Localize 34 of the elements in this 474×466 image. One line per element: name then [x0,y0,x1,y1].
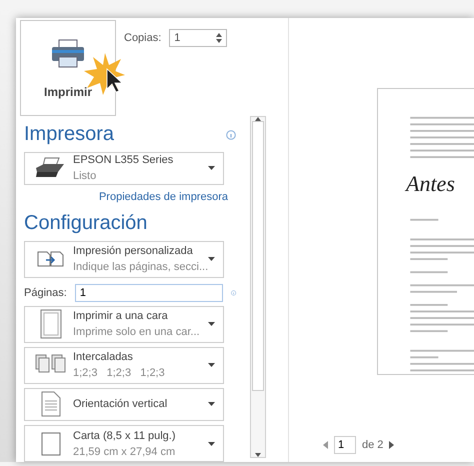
page-total: de 2 [362,439,384,451]
copies-label: Copias: [124,32,162,44]
pages-label: Páginas: [24,286,67,299]
page-icon [40,309,62,340]
document-icon [41,391,61,418]
caret-icon [208,257,215,262]
settings-dropdown[interactable]: Imprimir a una cara Imprime solo en una car... [24,306,224,343]
settings-dropdown[interactable]: Orientación vertical [24,388,224,422]
section-title: Impresora [24,123,114,146]
copies-spinner[interactable]: 1 [169,29,228,47]
info-icon [230,288,236,298]
caret-icon [208,363,215,368]
caret-icon [208,402,215,406]
pages-arrow-icon [36,249,66,270]
caret-icon [208,166,215,170]
caret-icon [208,442,215,446]
handwritten-text: Antes [406,170,456,197]
page-number-field[interactable]: 1 [334,436,356,454]
settings-dropdown[interactable]: Carta (8,5 x 11 pulg.) 21,59 cm x 27,94 cm [24,425,224,462]
scroll-down-icon [255,453,261,457]
scrollbar[interactable] [250,116,266,458]
printer-properties-link[interactable]: Propiedades de impresora [98,191,228,204]
printer-dropdown[interactable]: EPSON L355 Series Listo [24,152,224,186]
printer-icon [51,39,85,69]
caret-icon [208,322,215,326]
settings-dropdown[interactable]: Intercaladas 1;2;3 1;2;3 1;2;3 [24,346,224,384]
previous-page-icon[interactable] [323,441,328,449]
settings-dropdown[interactable]: Impresión personalizada Indique las páginas, secci... [24,240,224,278]
section-title: Configuración [24,212,148,236]
pages-field[interactable]: 1 [74,284,223,302]
spinner-arrows-icon [216,33,222,43]
info-icon [226,130,236,140]
next-page-icon[interactable] [389,441,394,449]
paper-icon [41,432,61,456]
